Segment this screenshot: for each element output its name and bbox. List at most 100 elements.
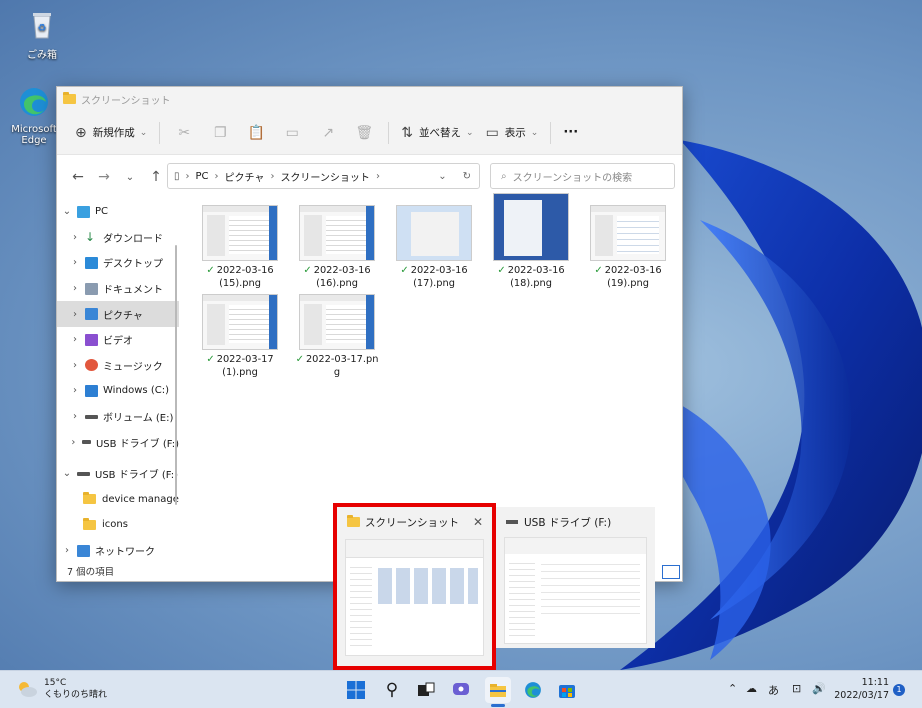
edge-desktop-icon[interactable]: Microsoft Edge xyxy=(4,86,64,146)
weather-text: くもりのち晴れ xyxy=(44,690,108,700)
file-item[interactable]: ✓ 2022-03-16 (16).png xyxy=(292,205,382,290)
sidebar-item-device-manage[interactable]: device manage xyxy=(57,487,179,513)
onedrive-cloud-icon[interactable]: ☁ xyxy=(746,682,757,695)
sidebar-item-usb-f-root[interactable]: ⌄ USB ドライブ (F:) xyxy=(57,461,179,487)
sidebar-item-desktop[interactable]: › デスクトップ xyxy=(57,250,179,276)
pc-location-icon: ▯ xyxy=(174,170,180,182)
chevron-right-icon: › xyxy=(73,308,77,320)
back-arrow-icon[interactable]: ← xyxy=(65,169,91,185)
sidebar-item-pc[interactable]: ⌄ PC xyxy=(57,199,179,225)
sort-button[interactable]: ⇅ 並べ替え ⌄ xyxy=(395,119,479,147)
more-options-button[interactable]: ··· xyxy=(557,119,584,147)
start-button[interactable] xyxy=(343,677,369,703)
date: 2022/03/17 xyxy=(834,690,889,701)
sidebar-item-videos[interactable]: › ビデオ xyxy=(57,327,179,353)
view-icon: ▭ xyxy=(485,124,499,141)
time: 11:11 xyxy=(861,677,889,688)
sync-check-icon: ✓ xyxy=(497,265,506,276)
search-icon[interactable]: ⚲ xyxy=(379,677,405,703)
store-icon[interactable] xyxy=(554,677,580,703)
file-thumbnail xyxy=(590,205,666,261)
sidebar-item-music[interactable]: › ミュージック xyxy=(57,353,179,379)
preview-thumbnail xyxy=(504,537,647,644)
file-explorer-taskbar-icon[interactable] xyxy=(485,677,511,703)
breadcrumb-screenshots[interactable]: スクリーンショット xyxy=(280,169,370,184)
folder-icon xyxy=(83,492,96,505)
sidebar-item-documents[interactable]: › ドキュメント xyxy=(57,276,179,302)
task-view-icon[interactable] xyxy=(413,677,439,703)
paste-icon[interactable]: 📋 xyxy=(238,125,274,141)
recycle-bin-desktop-icon[interactable]: ♻ ごみ箱 xyxy=(12,8,72,61)
sidebar-item-downloads[interactable]: › ↓ ダウンロード xyxy=(57,225,179,251)
sync-check-icon: ✓ xyxy=(206,354,215,365)
edge-label: Microsoft Edge xyxy=(11,124,57,146)
task-preview-usb-drive[interactable]: USB ドライブ (F:) xyxy=(496,507,655,648)
share-icon[interactable]: ↗ xyxy=(310,125,346,141)
sidebar-item-pictures[interactable]: › ピクチャ xyxy=(57,301,179,327)
divider xyxy=(388,121,390,144)
delete-icon[interactable]: 🗑 xyxy=(346,125,382,141)
active-app-indicator xyxy=(491,704,505,707)
pc-icon xyxy=(77,205,90,218)
file-item[interactable]: ✓ 2022-03-16 (18).png xyxy=(486,193,576,290)
chevron-down-icon: ⌄ xyxy=(530,127,539,138)
file-name-cont: (18).png xyxy=(510,277,552,289)
rename-icon[interactable]: ▭ xyxy=(274,125,310,141)
file-name: 2022-03-16 xyxy=(604,265,662,276)
copy-icon[interactable]: ❐ xyxy=(202,125,238,141)
sidebar-item-volume-e[interactable]: › ボリューム (E:) xyxy=(57,404,179,430)
usb-drive-icon xyxy=(506,520,518,524)
network-icon[interactable]: ⊡ xyxy=(792,682,801,695)
sidebar-item-windows-c[interactable]: › Windows (C:) xyxy=(57,378,179,404)
forward-arrow-icon[interactable]: → xyxy=(91,169,117,185)
sidebar-item-icons[interactable]: icons xyxy=(57,512,179,538)
new-label: 新規作成 xyxy=(92,127,135,139)
new-button[interactable]: ⊕ 新規作成 ⌄ xyxy=(69,119,153,147)
selection-highlight xyxy=(333,503,496,670)
navigation-pane: ⌄ PC › ↓ ダウンロード › デスクトップ › ドキュメント › ピクチャ… xyxy=(57,199,179,563)
weather-widget[interactable]: 15°C くもりのち晴れ xyxy=(16,677,107,701)
breadcrumb-pictures[interactable]: ピクチャ xyxy=(225,169,265,184)
search-box[interactable]: ⌕ スクリーンショットの検索 xyxy=(490,163,675,189)
file-item[interactable]: ✓ 2022-03-16 (19).png xyxy=(583,205,673,290)
volume-icon[interactable]: 🔊 xyxy=(812,682,826,695)
file-name: 2022-03-16 xyxy=(313,265,371,276)
recent-chevron-icon[interactable]: ⌄ xyxy=(117,172,143,183)
sidebar-item-label: USB ドライブ (F:) xyxy=(95,470,179,482)
sidebar-item-label: icons xyxy=(102,519,128,531)
up-arrow-icon[interactable]: ↑ xyxy=(143,169,169,185)
sidebar-scrollbar[interactable] xyxy=(175,245,177,505)
sidebar-item-usb-f[interactable]: › USB ドライブ (F:) xyxy=(57,429,179,455)
refresh-icon[interactable]: ↻ xyxy=(463,171,471,182)
view-button[interactable]: ▭ 表示 ⌄ xyxy=(480,119,545,147)
breadcrumb-chevron-icon: › xyxy=(375,170,380,182)
sidebar-item-label: デスクトップ xyxy=(103,259,163,271)
chevron-up-icon[interactable]: ⌃ xyxy=(728,682,737,695)
view-toggle-icon[interactable] xyxy=(662,565,680,579)
chat-icon[interactable] xyxy=(448,677,474,703)
cut-icon[interactable]: ✂ xyxy=(166,125,202,141)
item-count: 7 個の項目 xyxy=(67,567,115,578)
plus-circle-icon: ⊕ xyxy=(75,124,87,141)
chevron-right-icon: › xyxy=(73,334,77,346)
recycle-bin-label: ごみ箱 xyxy=(27,50,57,61)
file-item[interactable]: ✓ 2022-03-16 (17).png xyxy=(389,205,479,290)
file-item[interactable]: ✓ 2022-03-16 (15).png xyxy=(195,205,285,290)
notification-badge[interactable]: 1 xyxy=(893,684,905,696)
chevron-right-icon: › xyxy=(65,545,69,557)
file-item[interactable]: ✓ 2022-03-17 (1).png xyxy=(195,294,285,379)
title-bar[interactable]: スクリーンショット xyxy=(57,87,682,111)
clock[interactable]: 11:11 2022/03/17 xyxy=(833,676,889,702)
breadcrumb-pc[interactable]: PC xyxy=(196,171,209,182)
file-name: 2022-03-16 xyxy=(216,265,274,276)
address-history-chevron-icon[interactable]: ⌄ xyxy=(438,171,446,182)
address-bar[interactable]: ▯ › PC › ピクチャ › スクリーンショット › ⌄ ↻ xyxy=(167,163,480,189)
file-item[interactable]: ✓ 2022-03-17.pn g xyxy=(292,294,382,379)
sidebar-item-network[interactable]: › ネットワーク xyxy=(57,538,179,563)
chevron-right-icon: › xyxy=(71,436,76,448)
svg-text:♻: ♻ xyxy=(38,23,47,34)
file-name-cont: g xyxy=(333,366,341,378)
ime-indicator[interactable]: あ xyxy=(768,682,779,698)
edge-taskbar-icon[interactable] xyxy=(520,677,546,703)
chevron-right-icon: › xyxy=(73,231,77,243)
